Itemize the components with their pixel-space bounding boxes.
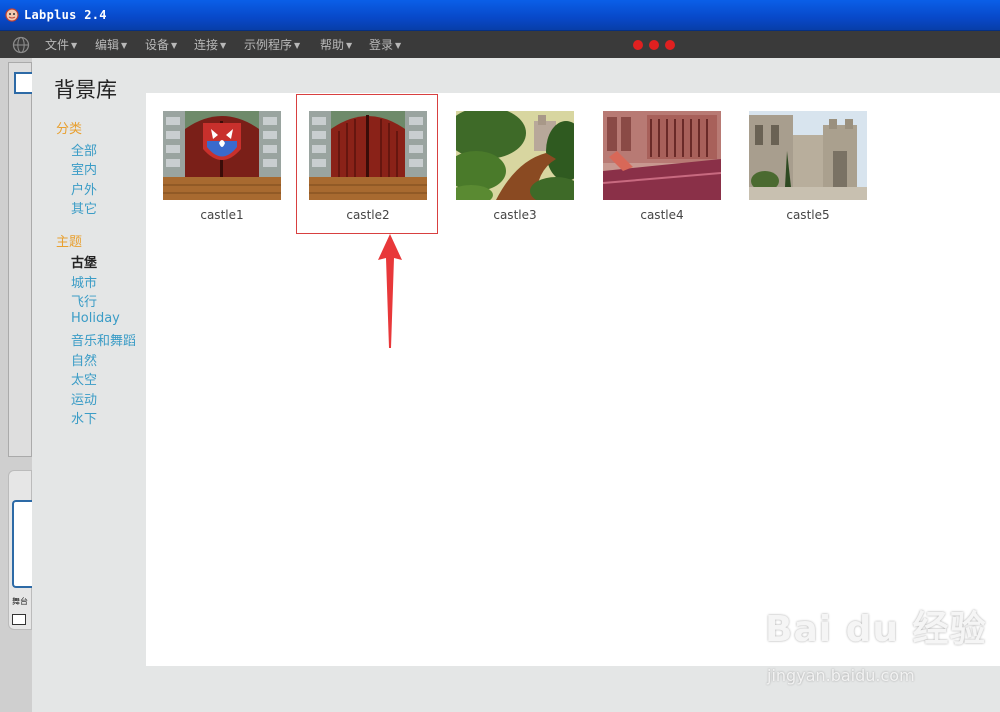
category-outdoor[interactable]: 户外: [71, 179, 97, 198]
menu-examples-label: 示例程序: [244, 38, 293, 52]
menu-help-label: 帮助: [320, 38, 345, 52]
menu-help[interactable]: 帮助 ▼: [320, 36, 352, 53]
backdrop-label-castle2: castle2: [346, 208, 390, 222]
menu-file[interactable]: 文件 ▼: [45, 36, 77, 53]
theme-space[interactable]: 太空: [71, 369, 97, 388]
watermark-brand: Bai du 经验: [765, 609, 987, 650]
category-indoor[interactable]: 室内: [71, 159, 97, 178]
backdrop-label-castle5: castle5: [786, 208, 830, 222]
status-dot: [649, 40, 659, 50]
stage-thumbnail[interactable]: [12, 500, 32, 588]
menu-edit-label: 编辑: [95, 38, 120, 52]
underlying-app-panel: 舞台: [0, 58, 32, 712]
status-dot: [633, 40, 643, 50]
theme-underwater[interactable]: 水下: [71, 408, 97, 427]
menu-login-label: 登录: [369, 38, 394, 52]
window-title-bar: Labplus 2.4: [0, 0, 1000, 31]
annotation-arrow-icon: [378, 234, 402, 348]
theme-flying[interactable]: 飞行: [71, 291, 97, 310]
menu-device-label: 设备: [145, 38, 170, 52]
theme-sports[interactable]: 运动: [71, 389, 97, 408]
backdrop-tile-castle2[interactable]: castle2: [309, 111, 427, 222]
baidu-watermark: Bai du 经验 jingyan.baidu.com: [765, 600, 987, 685]
theme-holiday[interactable]: Holiday: [71, 311, 120, 326]
watermark-site: jingyan.baidu.com: [767, 666, 915, 685]
sprite-panel: [8, 62, 32, 457]
theme-castle[interactable]: 古堡: [71, 252, 97, 271]
backdrop-label-castle1: castle1: [200, 208, 244, 222]
menu-connect[interactable]: 连接 ▼: [194, 36, 226, 53]
backdrop-label-castle4: castle4: [640, 208, 684, 222]
backdrop-tile-castle3[interactable]: castle3: [456, 111, 574, 222]
castle1-thumbnail: [163, 111, 281, 200]
labplus-app-icon: [5, 8, 19, 22]
menu-login[interactable]: 登录 ▼: [369, 36, 401, 53]
window-title: Labplus 2.4: [24, 8, 107, 22]
backdrop-grid: castle1 castle2 castle3 castle4 castle5: [146, 93, 1000, 666]
castle2-thumbnail: [309, 111, 427, 200]
backdrop-tile-castle5[interactable]: castle5: [749, 111, 867, 222]
menu-file-label: 文件: [45, 38, 70, 52]
image-icon[interactable]: [12, 614, 26, 625]
backdrop-label-castle3: castle3: [493, 208, 537, 222]
menu-device[interactable]: 设备 ▼: [145, 36, 177, 53]
category-section-title: 分类: [56, 122, 83, 137]
castle5-thumbnail: [749, 111, 867, 200]
sprite-thumbnail[interactable]: [14, 72, 32, 94]
menu-examples[interactable]: 示例程序 ▼: [244, 36, 300, 53]
backdrop-tile-castle1[interactable]: castle1: [163, 111, 281, 222]
menu-bar: 文件 ▼ 编辑 ▼ 设备 ▼ 连接 ▼ 示例程序 ▼ 帮助 ▼ 登录 ▼: [0, 31, 1000, 58]
theme-section-title: 主题: [56, 235, 83, 250]
dialog-title: 背景库: [54, 78, 117, 102]
stage-label: 舞台: [12, 597, 28, 606]
theme-city[interactable]: 城市: [71, 272, 97, 291]
globe-icon[interactable]: [12, 36, 30, 54]
menu-connect-label: 连接: [194, 38, 219, 52]
theme-music-dance[interactable]: 音乐和舞蹈: [71, 330, 136, 349]
theme-nature[interactable]: 自然: [71, 350, 97, 369]
menu-edit[interactable]: 编辑 ▼: [95, 36, 127, 53]
status-dot: [665, 40, 675, 50]
castle3-thumbnail: [456, 111, 574, 200]
category-all[interactable]: 全部: [71, 140, 97, 159]
backdrop-tile-castle4[interactable]: castle4: [603, 111, 721, 222]
category-other[interactable]: 其它: [71, 198, 97, 217]
castle4-thumbnail: [603, 111, 721, 200]
